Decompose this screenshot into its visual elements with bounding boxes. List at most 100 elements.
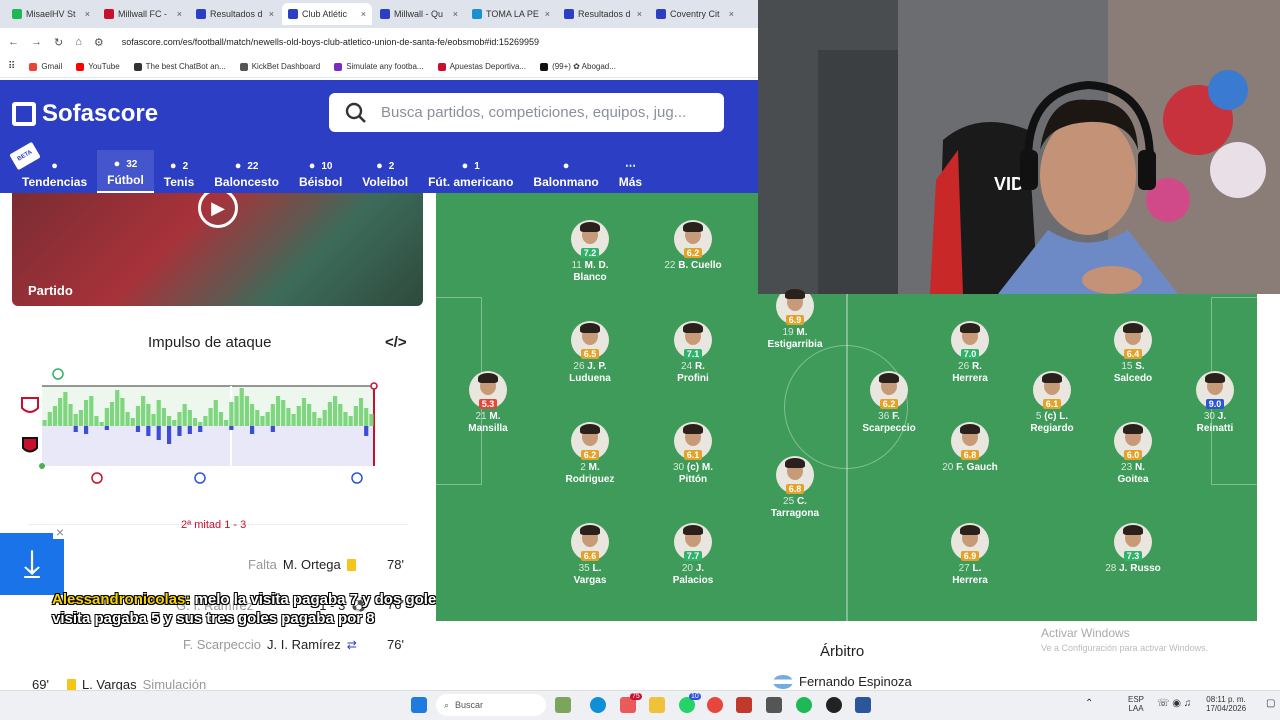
- player-card[interactable]: 5.3 21 M. Mansilla: [443, 371, 533, 435]
- sport-tab-m-s[interactable]: ⋯ Más: [609, 150, 652, 193]
- sport-tab-tenis[interactable]: ● 2 Tenis: [154, 150, 204, 193]
- chrome-icon[interactable]: [707, 697, 723, 713]
- tab-close-icon[interactable]: ×: [545, 9, 550, 19]
- player-card[interactable]: 6.9 27 L. Herrera: [925, 523, 1015, 587]
- player-card[interactable]: 7.0 26 R. Herrera: [925, 321, 1015, 385]
- url-text[interactable]: sofascore.com/es/football/match/newells-…: [122, 37, 539, 47]
- back-icon[interactable]: ←: [8, 36, 19, 48]
- player-card[interactable]: 7.3 28 J. Russo: [1088, 523, 1178, 575]
- widgets-icon[interactable]: [555, 697, 571, 713]
- player-card[interactable]: 6.9 19 M. Estigarribia: [750, 287, 840, 351]
- obs-icon[interactable]: [826, 697, 842, 713]
- close-icon[interactable]: ×: [53, 525, 67, 539]
- sofascore-logo[interactable]: Sofascore: [12, 100, 158, 128]
- spotify-icon[interactable]: [796, 697, 812, 713]
- windows-start-icon[interactable]: [411, 697, 427, 713]
- player-card[interactable]: 7.1 24 R. Profini: [648, 321, 738, 385]
- text-editor-icon[interactable]: [736, 697, 752, 713]
- player-card[interactable]: 6.2 36 F. Scarpeccio: [844, 371, 934, 435]
- system-tray-icons[interactable]: ☏ ◉ ♫: [1157, 699, 1191, 709]
- calculator-icon[interactable]: [766, 697, 782, 713]
- taskbar-search[interactable]: ⌕ Buscar: [436, 694, 546, 716]
- player-card[interactable]: 6.6 35 L. Vargas: [545, 523, 635, 587]
- sport-tab-b-isbol[interactable]: ● 10 Béisbol: [289, 150, 352, 193]
- tab-close-icon[interactable]: ×: [637, 9, 642, 19]
- player-card[interactable]: 6.4 15 S. Salcedo: [1088, 321, 1178, 385]
- tab-close-icon[interactable]: ×: [85, 9, 90, 19]
- sport-tab-tendencias[interactable]: ● Tendencias: [12, 150, 97, 193]
- embed-button[interactable]: </>: [385, 334, 407, 351]
- tab-close-icon[interactable]: ×: [361, 9, 366, 19]
- apps-icon[interactable]: ⠿: [8, 61, 15, 72]
- bookmark-item[interactable]: Apuestas Deportiva...: [437, 62, 526, 71]
- player-rating-badge: 6.5: [580, 349, 600, 359]
- bookmark-item[interactable]: (99+) ✿ Abogad...: [540, 62, 616, 71]
- file-explorer-icon[interactable]: [649, 697, 665, 713]
- download-icon[interactable]: ⤓: [0, 533, 64, 595]
- sport-tab-f-t-americano[interactable]: ● 1 Fút. americano: [418, 150, 523, 193]
- player-name-line: J.: [1217, 411, 1227, 422]
- browser-tab[interactable]: Millwall - Qu ×: [374, 3, 464, 25]
- browser-tab[interactable]: Club Atlétic ×: [282, 3, 372, 25]
- clock[interactable]: 08:11 p. m. 17/04/2026: [1206, 695, 1246, 713]
- notifications-icon[interactable]: ▢: [1266, 699, 1275, 709]
- tab-close-icon[interactable]: ×: [729, 9, 734, 19]
- tab-title: Resultados d: [210, 9, 263, 19]
- browser-tab[interactable]: Coventry Cit ×: [650, 3, 740, 25]
- player-card[interactable]: 6.8 20 F. Gauch: [925, 422, 1015, 474]
- player-name: 30 J. Reinatti: [1197, 411, 1234, 435]
- referee-name[interactable]: Fernando Espinoza: [799, 674, 912, 689]
- player-card[interactable]: 6.5 26 J. P. Luduena: [545, 321, 635, 385]
- bookmark-item[interactable]: YouTube: [76, 62, 120, 71]
- bookmark-item[interactable]: Simulate any footba...: [334, 62, 424, 71]
- sport-tab-f-tbol[interactable]: ● 32 Fútbol: [97, 150, 154, 193]
- player-card[interactable]: 6.1 30 (c) M. Pittón: [648, 422, 738, 486]
- player-card[interactable]: 9.0 30 J. Reinatti: [1170, 371, 1260, 435]
- bookmark-item[interactable]: KickBet Dashboard: [239, 62, 320, 71]
- browser-tab[interactable]: MisaelHV St ×: [6, 3, 96, 25]
- momentum-bar-home: [130, 418, 135, 426]
- browser-tab[interactable]: TOMA LA PE ×: [466, 3, 556, 25]
- play-icon[interactable]: ▶: [198, 193, 238, 228]
- tab-close-icon[interactable]: ×: [177, 9, 182, 19]
- event-player[interactable]: M. Ortega: [283, 557, 341, 572]
- player-card[interactable]: 7.2 11 M. D. Blanco: [545, 220, 635, 284]
- player-rating-badge: 6.9: [960, 551, 980, 561]
- player-card[interactable]: 6.0 23 N. Goitea: [1088, 422, 1178, 486]
- chevron-up-icon[interactable]: ⌃: [1085, 699, 1093, 709]
- momentum-bar-home: [203, 416, 208, 426]
- word-icon[interactable]: [855, 697, 871, 713]
- site-info-icon[interactable]: ⚙: [94, 36, 104, 49]
- tab-close-icon[interactable]: ×: [269, 9, 274, 19]
- player-name: 19 M. Estigarribia: [767, 327, 822, 351]
- sport-tab-voleibol[interactable]: ● 2 Voleibol: [352, 150, 418, 193]
- sport-tab-baloncesto[interactable]: ● 22 Baloncesto: [204, 150, 289, 193]
- browser-tab[interactable]: Millwall FC - ×: [98, 3, 188, 25]
- sub-out-player[interactable]: F. Scarpeccio: [183, 637, 261, 652]
- momentum-bar-home: [104, 408, 109, 426]
- player-card[interactable]: 6.2 22 B. Cuello: [648, 220, 738, 272]
- reload-icon[interactable]: ↻: [54, 36, 63, 49]
- player-name-line2: Estigarribia: [767, 339, 823, 350]
- search-box[interactable]: Busca partidos, competiciones, equipos, …: [329, 93, 724, 132]
- bookmark-item[interactable]: The best ChatBot an...: [133, 62, 226, 71]
- tab-close-icon[interactable]: ×: [453, 9, 458, 19]
- bookmark-label: YouTube: [88, 62, 120, 71]
- forward-icon[interactable]: →: [31, 36, 42, 48]
- player-card[interactable]: 6.1 5 (c) L. Regiardo: [1007, 371, 1097, 435]
- momentum-bar-home: [348, 416, 353, 426]
- player-card[interactable]: 6.2 2 M. Rodriguez: [545, 422, 635, 486]
- home-icon[interactable]: ⌂: [75, 36, 82, 48]
- edge-icon[interactable]: [590, 697, 606, 713]
- language-indicator[interactable]: ESP LAA: [1128, 695, 1144, 713]
- browser-tab[interactable]: Resultados d ×: [558, 3, 648, 25]
- player-card[interactable]: 7.7 20 J. Palacios: [648, 523, 738, 587]
- sport-tab-balonmano[interactable]: ● Balonmano: [523, 150, 608, 193]
- momentum-bar-home: [47, 412, 52, 426]
- sub-in-player[interactable]: J. I. Ramírez: [267, 637, 341, 652]
- player-name: 36 F. Scarpeccio: [862, 411, 915, 435]
- player-card[interactable]: 6.8 25 C. Tarragona: [750, 456, 840, 520]
- match-video[interactable]: ▶ Partido: [12, 193, 423, 306]
- bookmark-item[interactable]: Gmail: [29, 62, 62, 71]
- browser-tab[interactable]: Resultados d ×: [190, 3, 280, 25]
